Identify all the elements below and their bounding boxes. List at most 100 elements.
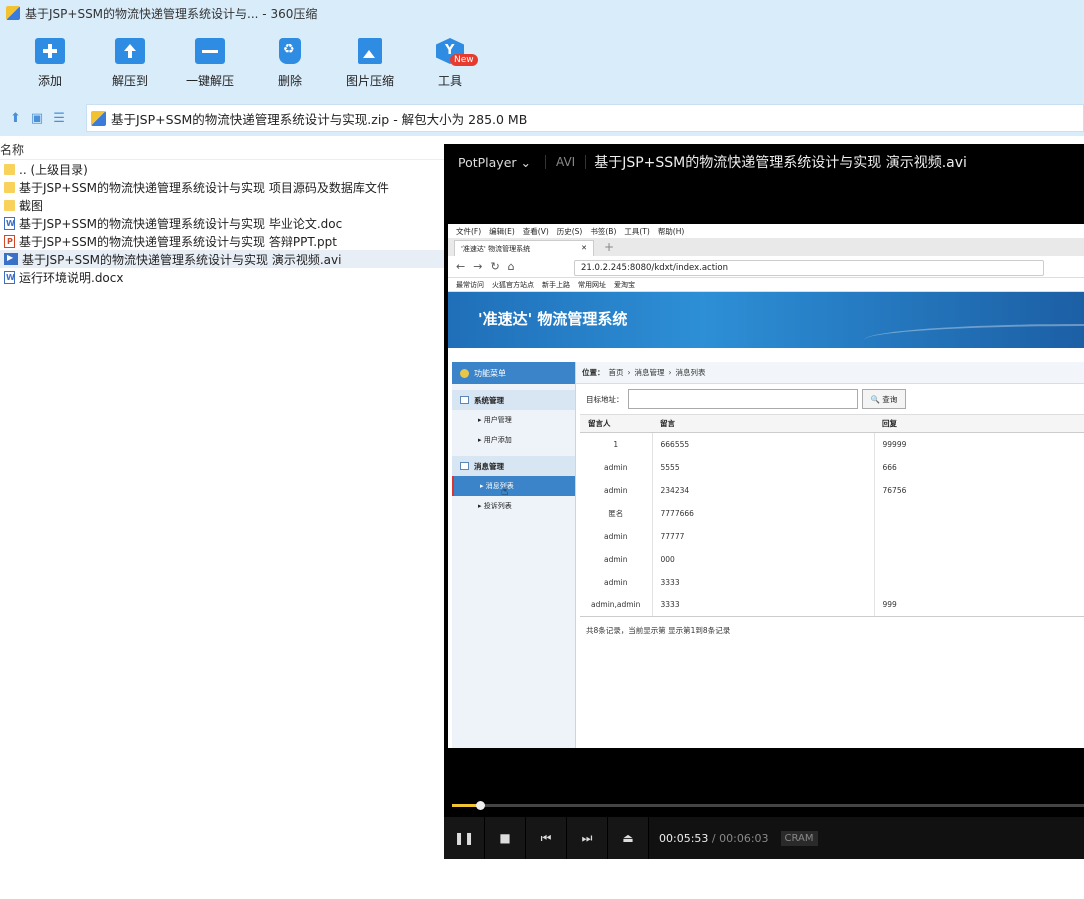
- recycle-icon: [279, 38, 301, 64]
- file-list: 名称 .. (上级目录) 基于JSP+SSM的物流快递管理系统设计与实现 项目源…: [0, 140, 444, 899]
- plus-icon: +: [604, 240, 615, 254]
- seek-handle[interactable]: [476, 801, 485, 810]
- cell: admin: [580, 570, 653, 594]
- sidebar-item: ▸ 用户添加: [478, 436, 512, 444]
- search-label: 目标地址：: [586, 394, 624, 404]
- sidebar-item: ▸ 投诉列表: [478, 502, 512, 510]
- file-name: 截图: [19, 198, 44, 213]
- one-click-extract-label: 一键解压: [185, 74, 234, 88]
- extract-to-button[interactable]: 解压到: [90, 26, 170, 100]
- list-item[interactable]: 截图: [0, 196, 444, 214]
- cell: admin,admin: [580, 593, 653, 617]
- breadcrumb: 位置： 首页 › 消息管理 › 消息列表: [576, 362, 1084, 384]
- table-row: admin 5555 666: [580, 455, 1084, 479]
- sidebar-item-active: ▸ 消息列表: [452, 476, 575, 496]
- cell: [874, 571, 1084, 594]
- table-row: admin 77777: [580, 524, 1084, 548]
- image-compress-button[interactable]: 图片压缩: [330, 26, 410, 100]
- crumb-item: 首页: [608, 368, 624, 377]
- bookmark: 新手上路: [542, 280, 570, 289]
- add-label: 添加: [37, 74, 62, 88]
- pause-button[interactable]: ❚❚: [444, 817, 485, 859]
- toolbar: 添加 解压到 一键解压 删除 图片压缩 工具 New: [0, 26, 1084, 100]
- folder-icon: [4, 163, 15, 175]
- table-row: admin 234234 76756: [580, 478, 1084, 502]
- cell: [874, 502, 1084, 525]
- cell: 77777: [652, 524, 875, 548]
- new-badge: New: [450, 54, 478, 66]
- cell: 3333: [652, 570, 875, 594]
- extract-to-label: 解压到: [111, 74, 148, 88]
- sidebar-group: 系统管理: [452, 390, 575, 410]
- browser-url: 21.0.2.245:8080/kdxt/index.action: [574, 260, 1044, 276]
- up-arrow-icon[interactable]: ⬆: [10, 111, 21, 126]
- path-text: 基于JSP+SSM的物流快递管理系统设计与实现.zip - 解包大小为 285.…: [111, 111, 528, 127]
- delete-button[interactable]: 删除: [250, 26, 330, 100]
- table-header: 回复: [874, 414, 1084, 433]
- add-button[interactable]: 添加: [10, 26, 90, 100]
- list-item[interactable]: 运行环境说明.docx: [0, 268, 444, 286]
- thumbnail-view-icon[interactable]: ▣: [31, 111, 43, 126]
- cell: 76756: [882, 485, 907, 495]
- format-label: AVI: [545, 155, 587, 169]
- browser-menu-item: 历史(S): [556, 226, 583, 236]
- cell: 999: [874, 593, 1084, 617]
- browser-menu-item: 工具(T): [624, 226, 650, 236]
- list-item[interactable]: 基于JSP+SSM的物流快递管理系统设计与实现 毕业论文.doc: [0, 214, 444, 232]
- browser-menu-item: 编辑(E): [489, 226, 515, 236]
- table-header: 留言: [652, 414, 874, 433]
- list-item[interactable]: 基于JSP+SSM的物流快递管理系统设计与实现 答辩PPT.ppt: [0, 232, 444, 250]
- browser-menu: 文件(F) 编辑(E) 查看(V) 历史(S) 书签(B) 工具(T) 帮助(H…: [448, 224, 1084, 238]
- cell: admin: [580, 547, 653, 571]
- column-name-label: 名称: [0, 143, 25, 157]
- search-button: 🔍 查询: [861, 389, 907, 409]
- bookmarks-bar: 最常访问 火狐官方站点 新手上路 常用网址 爱淘宝: [448, 278, 1084, 292]
- cell: [874, 548, 1084, 571]
- column-header-name[interactable]: 名称: [0, 140, 444, 160]
- tools-label: 工具: [437, 74, 462, 88]
- forward-icon: →: [473, 260, 483, 273]
- cell: 3333: [652, 593, 875, 617]
- ppt-icon: [4, 234, 15, 248]
- calendar-icon: [460, 396, 469, 404]
- browser-tabs: '准速达' 物流管理系统 ✕ +: [448, 238, 1084, 256]
- cell: admin: [580, 524, 653, 548]
- cell: 匿名: [580, 501, 653, 525]
- bookmark: 火狐官方站点: [492, 280, 534, 289]
- list-item[interactable]: .. (上级目录): [0, 160, 444, 178]
- file-name: 基于JSP+SSM的物流快递管理系统设计与实现 毕业论文.doc: [19, 216, 343, 231]
- crumb-item: 消息列表: [675, 368, 706, 377]
- player-controls: ❚❚ ■ ⏮ ⏭ ⏏ 00:05:53 / 00:06:03 CRAM: [444, 817, 1084, 859]
- path-field[interactable]: 基于JSP+SSM的物流快递管理系统设计与实现.zip - 解包大小为 285.…: [86, 104, 1084, 132]
- table-row: admin 3333: [580, 570, 1084, 594]
- list-item-selected[interactable]: 基于JSP+SSM的物流快递管理系统设计与实现 演示视频.avi: [0, 250, 444, 268]
- next-button[interactable]: ⏭: [567, 817, 608, 859]
- stop-button[interactable]: ■: [485, 817, 526, 859]
- item-label: 用户管理: [483, 416, 512, 424]
- back-icon: ←: [456, 260, 466, 273]
- cell: 666555: [652, 432, 875, 456]
- cell: 000: [652, 547, 875, 571]
- previous-button[interactable]: ⏮: [526, 817, 567, 859]
- file-name: .. (上级目录): [19, 162, 88, 177]
- list-item[interactable]: 基于JSP+SSM的物流快递管理系统设计与实现 项目源码及数据库文件: [0, 178, 444, 196]
- table-row: 匿名 7777666: [580, 501, 1084, 525]
- player-menu-button[interactable]: PotPlayer ⌄: [444, 155, 545, 170]
- eject-button[interactable]: ⏏: [608, 817, 649, 859]
- table-row: admin,admin 3333 999: [580, 593, 1084, 617]
- seek-bar[interactable]: [452, 801, 1084, 810]
- site-main: 位置： 首页 › 消息管理 › 消息列表 目标地址： 🔍 查询 留言人 留言 回复: [576, 362, 1084, 748]
- image-icon: [358, 38, 382, 64]
- current-time: 00:05:53: [659, 831, 709, 845]
- crumb-item: 消息管理: [634, 368, 665, 377]
- reload-icon: ↻: [490, 260, 500, 273]
- list-view-icon[interactable]: ☰: [53, 111, 65, 126]
- one-click-extract-button[interactable]: 一键解压: [170, 26, 250, 100]
- browser-menu-item: 文件(F): [456, 226, 482, 236]
- file-name: 基于JSP+SSM的物流快递管理系统设计与实现 项目源码及数据库文件: [19, 180, 389, 195]
- browser-tab: '准速达' 物流管理系统 ✕: [454, 240, 594, 256]
- item-label: 投诉列表: [483, 502, 512, 510]
- folder-icon: [4, 199, 15, 211]
- nav-controls: ⬆ ▣ ☰: [0, 111, 86, 126]
- word-doc-icon: [4, 270, 15, 284]
